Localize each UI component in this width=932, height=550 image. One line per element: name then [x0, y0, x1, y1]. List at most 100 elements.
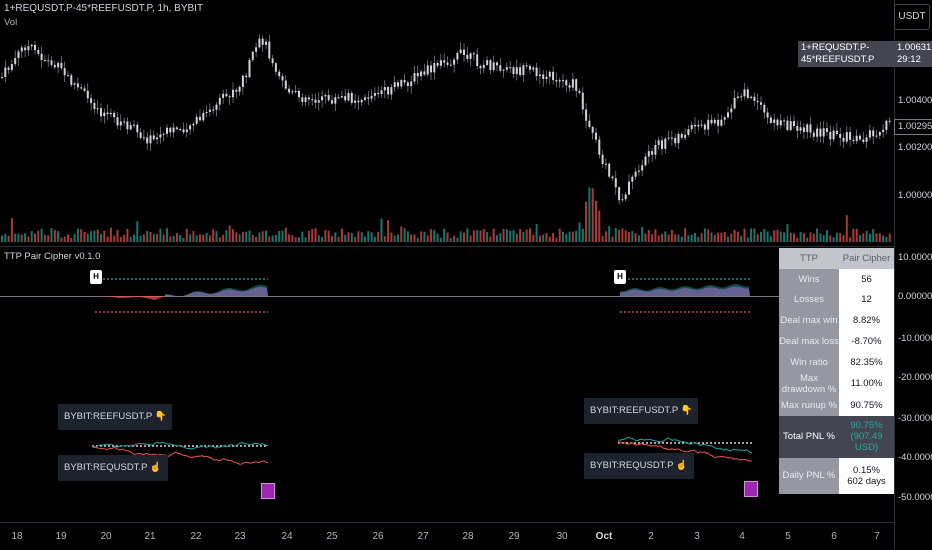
candle-body — [251, 51, 254, 60]
candle-body — [40, 53, 43, 61]
volume-bar — [393, 235, 396, 242]
candle-body — [271, 58, 274, 64]
time-axis-label: 21 — [144, 531, 156, 542]
volume-bar — [43, 234, 46, 242]
volume-bar — [502, 228, 505, 242]
volume-bar — [24, 233, 27, 242]
volume-bar — [522, 232, 525, 242]
candle-body — [628, 181, 630, 195]
candle-body — [446, 62, 449, 65]
candle-body — [162, 133, 165, 135]
volume-bar — [489, 236, 492, 242]
candle-body — [459, 49, 462, 53]
volume-bar — [400, 226, 403, 242]
candle-body — [50, 60, 53, 65]
candle-body — [274, 63, 277, 72]
candle-body — [621, 199, 624, 201]
volume-bar — [416, 237, 419, 242]
candle-body — [172, 127, 175, 133]
candle-body — [730, 108, 733, 113]
indicator-axis-label: -50.00000 — [898, 492, 932, 503]
volume-bar — [241, 231, 244, 242]
total-pnl-value: 90.75% (907.49 USD) — [839, 415, 894, 458]
volume-label[interactable]: Vol — [4, 17, 17, 28]
candle-body — [789, 121, 792, 131]
volume-bar — [463, 232, 465, 242]
time-axis-label: 30 — [556, 531, 568, 542]
candle-body — [832, 130, 835, 140]
candle-body — [796, 125, 799, 131]
candle-body — [90, 98, 93, 104]
candle-body — [57, 62, 60, 68]
candle-body — [575, 79, 578, 91]
volume-bar — [558, 228, 561, 242]
candle-body — [63, 68, 66, 76]
stats-row: Max runup % 90.75% — [779, 394, 894, 416]
candle-body — [882, 129, 885, 133]
volume-bar — [113, 235, 116, 242]
candle-body — [248, 59, 251, 78]
total-pnl-label: Total PNL % — [779, 415, 839, 458]
time-axis-label: 6 — [831, 531, 837, 542]
indicator-title[interactable]: TTP Pair Cipher v0.1.0 — [4, 251, 100, 262]
volume-bar — [865, 230, 868, 242]
candle-body — [268, 41, 271, 59]
volume-bar — [472, 230, 475, 242]
candle-body — [199, 116, 201, 121]
volume-bar — [377, 231, 380, 242]
candle-body — [413, 72, 416, 82]
volume-bar — [265, 230, 267, 242]
candle-body — [436, 63, 439, 66]
volume-bar — [634, 233, 637, 242]
stats-row: Max drawdown % 11.00% — [779, 372, 894, 395]
time-axis-label: 22 — [190, 531, 202, 542]
candle-body — [545, 76, 548, 80]
candle-body — [67, 75, 69, 77]
volume-bar — [232, 229, 234, 242]
time-axis-label: 27 — [417, 531, 429, 542]
candle-body — [175, 127, 178, 130]
indicator-plots — [91, 278, 753, 465]
symbol-title[interactable]: 1+REQUSDT.P-45*REEFUSDT.P, 1h, BYBIT — [4, 3, 203, 14]
currency-button[interactable]: USDT — [894, 4, 930, 30]
candle-body — [113, 112, 116, 118]
volume-bar — [694, 232, 696, 242]
pnl-area-negative — [100, 296, 165, 300]
candle-body — [684, 134, 687, 138]
volume-bar — [304, 237, 307, 242]
volume-bar — [152, 234, 155, 242]
volume-bar — [235, 232, 238, 242]
volume-bar — [707, 229, 710, 242]
volume-bar — [228, 225, 231, 242]
candle-body — [799, 127, 802, 131]
volume-bar — [116, 229, 119, 242]
volume-bar — [139, 235, 142, 242]
candle-body — [502, 69, 505, 71]
candle-body — [463, 49, 465, 55]
volume-bar — [390, 232, 393, 242]
volume-bar — [63, 236, 66, 242]
candle-body — [311, 99, 314, 101]
candle-body — [423, 71, 426, 75]
volume-bar — [76, 228, 79, 242]
time-axis-label: Oct — [595, 531, 613, 542]
candle-body — [519, 67, 522, 75]
candle-body — [406, 82, 409, 87]
volume-bar — [225, 230, 228, 242]
volume-bar — [799, 232, 802, 242]
candle-body — [100, 108, 102, 117]
total-pnl-pct: 90.75% — [850, 420, 883, 432]
volume-bar — [261, 231, 264, 242]
candle-body — [687, 129, 690, 135]
volume-bar — [697, 236, 700, 242]
volume-bar — [294, 237, 297, 242]
candle-body — [558, 80, 561, 82]
volume-bar — [466, 228, 469, 242]
volume-bar — [888, 233, 891, 242]
volume-bar — [1, 235, 3, 242]
volume-bar — [644, 233, 647, 242]
candle-body — [159, 134, 162, 138]
candle-body — [60, 62, 63, 69]
candle-body — [647, 151, 650, 157]
candle-body — [304, 97, 307, 102]
